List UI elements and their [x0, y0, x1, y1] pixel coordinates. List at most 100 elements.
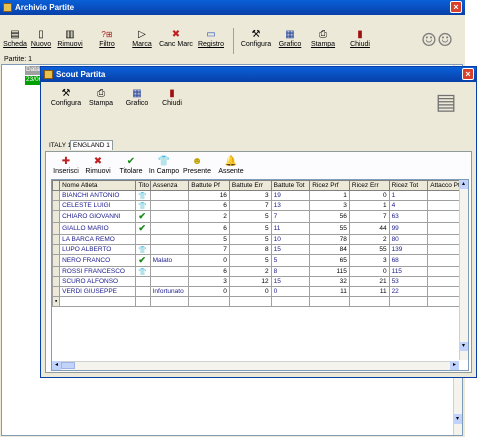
table-row[interactable]: SCURO ALFONSO312153221530: [52, 276, 468, 287]
toolbar-configura-button[interactable]: ⚒ Configura: [238, 28, 274, 48]
table-cell[interactable]: [149, 222, 190, 235]
table-cell[interactable]: 0: [348, 190, 390, 201]
toolbar-registro-button[interactable]: ▭ Registro: [196, 28, 226, 48]
table-cell[interactable]: 5: [228, 222, 272, 235]
titolare-cell[interactable]: ✔: [135, 222, 151, 235]
athlete-name-cell[interactable]: NERO FRANCO: [59, 254, 137, 267]
grid-vertical-scrollbar[interactable]: [459, 180, 468, 360]
table-cell[interactable]: 19: [270, 190, 311, 201]
empty-cell[interactable]: [348, 296, 390, 307]
table-cell[interactable]: 7: [188, 244, 230, 255]
toolbar-grafico-button[interactable]: ▦ Grafico: [276, 28, 304, 48]
table-cell[interactable]: 5: [228, 254, 272, 267]
table-cell[interactable]: 10: [270, 234, 311, 245]
table-cell[interactable]: 22: [388, 286, 429, 297]
athlete-name-cell[interactable]: CELESTE LUIGI: [59, 200, 137, 211]
table-cell[interactable]: 11: [270, 222, 311, 235]
row-indicator[interactable]: [52, 210, 61, 223]
table-row[interactable]: NERO FRANCO✔Malato055653684: [52, 254, 468, 267]
table-cell[interactable]: 0: [270, 286, 311, 297]
empty-cell[interactable]: [270, 296, 311, 307]
table-cell[interactable]: 11: [348, 286, 390, 297]
empty-cell[interactable]: [135, 296, 151, 307]
column-header[interactable]: Ricez Tot: [388, 180, 429, 191]
table-cell[interactable]: 3: [348, 254, 390, 267]
table-cell[interactable]: 6: [188, 266, 230, 277]
table-row[interactable]: LUPO ALBERTO👕781584551390: [52, 244, 468, 255]
titolare-cell[interactable]: 👕: [135, 266, 151, 277]
empty-cell[interactable]: [309, 296, 350, 307]
athlete-name-cell[interactable]: LA BARCA REMO: [59, 234, 137, 245]
toolbar-chiudi-button[interactable]: ▮ Chiudi: [346, 28, 374, 48]
empty-cell[interactable]: [59, 296, 137, 307]
table-cell[interactable]: 4: [388, 200, 429, 211]
table-cell[interactable]: 11: [309, 286, 350, 297]
athlete-name-cell[interactable]: VERDI GIUSEPPE: [59, 286, 137, 297]
grid-scroll-right-icon[interactable]: ▸: [450, 361, 459, 370]
row-indicator[interactable]: [52, 254, 61, 267]
titolare-cell[interactable]: [135, 286, 151, 297]
table-cell[interactable]: 0: [188, 254, 230, 267]
athlete-name-cell[interactable]: CHIARO GIOVANNI: [59, 210, 137, 223]
table-cell[interactable]: 115: [388, 266, 429, 277]
table-cell[interactable]: 3: [309, 200, 350, 211]
column-header[interactable]: Ricez Err: [348, 180, 390, 191]
titolare-cell[interactable]: 👕: [135, 244, 151, 255]
table-cell[interactable]: 8: [270, 266, 311, 277]
grid-scroll-up-icon[interactable]: ▴: [459, 180, 468, 189]
row-indicator[interactable]: [52, 276, 61, 287]
table-cell[interactable]: [149, 210, 190, 223]
table-cell[interactable]: 63: [388, 210, 429, 223]
toolbar-filtro-button[interactable]: ?⊞ Filtro: [96, 28, 118, 48]
table-cell[interactable]: 3: [228, 190, 272, 201]
athlete-name-cell[interactable]: GIALLO MARIO: [59, 222, 137, 235]
titolare-cell[interactable]: 👕: [135, 190, 151, 201]
table-cell[interactable]: [149, 234, 190, 245]
scout-close-button[interactable]: ×: [462, 68, 474, 80]
tab-team-1[interactable]: ITALY 1: [49, 142, 71, 149]
table-cell[interactable]: 84: [309, 244, 350, 255]
athlete-name-cell[interactable]: BIANCHI ANTONIO: [59, 190, 137, 201]
table-row[interactable]: GIALLO MARIO✔65115544996: [52, 222, 468, 235]
table-cell[interactable]: 0: [228, 286, 272, 297]
table-cell[interactable]: 6: [188, 222, 230, 235]
table-cell[interactable]: Malato: [149, 254, 190, 267]
table-cell[interactable]: 7: [270, 210, 311, 223]
table-cell[interactable]: 2: [188, 210, 230, 223]
tab-team-2[interactable]: ENGLAND 1: [70, 140, 113, 150]
column-header[interactable]: Assenza: [149, 180, 190, 191]
table-cell[interactable]: [149, 276, 190, 287]
table-cell[interactable]: 65: [309, 254, 350, 267]
column-header[interactable]: Battute Err: [228, 180, 272, 191]
scout-grafico-button[interactable]: ▦ Grafico: [123, 87, 151, 107]
table-cell[interactable]: Infortunato: [149, 286, 190, 297]
row-indicator[interactable]: [52, 286, 61, 297]
athlete-name-cell[interactable]: SCURO ALFONSO: [59, 276, 137, 287]
table-cell[interactable]: 5: [228, 210, 272, 223]
column-header[interactable]: Battute Tot: [270, 180, 311, 191]
action-rimuovi-button[interactable]: ✖ Rimuovi: [84, 155, 112, 175]
column-header[interactable]: Battute Pf: [188, 180, 230, 191]
new-record-row[interactable]: ▪: [52, 296, 468, 307]
grid-scroll-down-icon[interactable]: ▾: [459, 342, 468, 351]
toolbar-rimuovi-button[interactable]: ▥ Rimuovi: [56, 28, 84, 48]
table-cell[interactable]: 15: [270, 276, 311, 287]
table-cell[interactable]: 139: [388, 244, 429, 255]
table-cell[interactable]: 12: [228, 276, 272, 287]
table-cell[interactable]: 3: [188, 276, 230, 287]
table-row[interactable]: LA BARCA REMO5510782804: [52, 234, 468, 245]
grid-horizontal-scrollbar[interactable]: [52, 361, 459, 370]
table-cell[interactable]: 21: [348, 276, 390, 287]
empty-cell[interactable]: [149, 296, 190, 307]
table-cell[interactable]: 32: [309, 276, 350, 287]
titolare-cell[interactable]: ✔: [135, 210, 151, 223]
titolare-cell[interactable]: [135, 276, 151, 287]
table-cell[interactable]: 1: [309, 190, 350, 201]
table-cell[interactable]: 53: [388, 276, 429, 287]
table-row[interactable]: CELESTE LUIGI👕67133144: [52, 200, 468, 211]
table-cell[interactable]: 115: [309, 266, 350, 277]
table-cell[interactable]: [149, 200, 190, 211]
column-header[interactable]: Tito: [135, 180, 151, 191]
athlete-name-cell[interactable]: ROSSI FRANCESCO: [59, 266, 137, 277]
table-cell[interactable]: [149, 244, 190, 255]
